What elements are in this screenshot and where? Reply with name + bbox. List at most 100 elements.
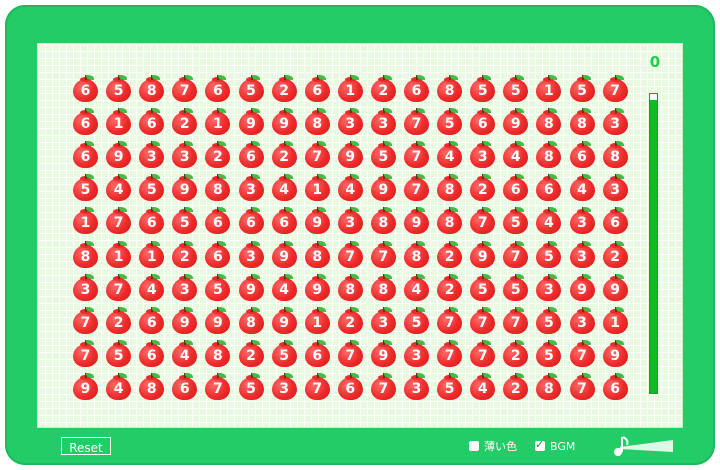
apple-tile[interactable]: 6	[271, 207, 297, 235]
apple-tile[interactable]: 6	[205, 240, 231, 269]
apple-tile[interactable]: 9	[205, 306, 231, 335]
apple-tile[interactable]: 9	[238, 273, 264, 302]
apple-tile[interactable]: 1	[73, 207, 98, 235]
apple-tile[interactable]: 6	[139, 339, 165, 368]
apple-tile[interactable]: 7	[106, 273, 132, 302]
apple-tile[interactable]: 7	[73, 306, 98, 335]
apple-tile[interactable]: 9	[271, 240, 297, 269]
apple-tile[interactable]: 1	[337, 75, 363, 103]
apple-tile[interactable]: 9	[271, 306, 297, 335]
apple-tile[interactable]: 7	[404, 108, 429, 136]
apple-tile[interactable]: 3	[470, 141, 496, 169]
apple-tile[interactable]: 8	[437, 174, 463, 202]
apple-tile[interactable]: 9	[106, 141, 132, 169]
apple-tile[interactable]: 7	[337, 339, 363, 368]
apple-tile[interactable]: 2	[437, 273, 463, 302]
apple-tile[interactable]: 6	[304, 339, 330, 368]
apple-tile[interactable]: 7	[304, 141, 330, 169]
apple-tile[interactable]: 7	[106, 207, 132, 235]
apple-tile[interactable]: 2	[503, 372, 529, 401]
apple-tile[interactable]: 4	[106, 174, 132, 202]
apple-tile[interactable]: 5	[172, 207, 198, 235]
apple-tile[interactable]: 9	[503, 108, 529, 136]
apple-tile[interactable]: 2	[238, 339, 264, 368]
apple-tile[interactable]: 2	[271, 141, 297, 169]
apple-tile[interactable]: 2	[602, 240, 628, 269]
apple-tile[interactable]: 4	[337, 174, 363, 202]
apple-tile[interactable]: 6	[73, 75, 98, 103]
apple-tile[interactable]: 3	[370, 108, 396, 136]
apple-tile[interactable]: 5	[470, 273, 496, 302]
apple-tile[interactable]: 8	[73, 240, 98, 269]
apple-tile[interactable]: 4	[271, 273, 297, 302]
apple-tile[interactable]: 8	[337, 273, 363, 302]
volume-slider[interactable]	[606, 434, 676, 458]
apple-tile[interactable]: 3	[404, 372, 429, 401]
apple-tile[interactable]: 9	[470, 240, 496, 269]
apple-tile[interactable]: 5	[437, 108, 463, 136]
apple-tile[interactable]: 7	[503, 240, 529, 269]
apple-tile[interactable]: 6	[73, 141, 98, 169]
apple-tile[interactable]: 8	[139, 75, 165, 103]
apple-tile[interactable]: 3	[536, 273, 562, 302]
apple-tile[interactable]: 7	[437, 306, 463, 335]
apple-tile[interactable]: 4	[172, 339, 198, 368]
apple-tile[interactable]: 6	[139, 306, 165, 335]
apple-tile[interactable]: 6	[503, 174, 529, 202]
apple-tile[interactable]: 2	[337, 306, 363, 335]
apple-tile[interactable]: 3	[238, 174, 264, 202]
apple-tile[interactable]: 2	[172, 108, 198, 136]
apple-tile[interactable]: 1	[139, 240, 165, 269]
apple-tile[interactable]: 9	[370, 174, 396, 202]
apple-tile[interactable]: 7	[503, 306, 529, 335]
apple-tile[interactable]: 2	[437, 240, 463, 269]
apple-tile[interactable]: 5	[370, 141, 396, 169]
apple-tile[interactable]: 2	[106, 306, 132, 335]
apple-tile[interactable]: 8	[536, 372, 562, 401]
apple-tile[interactable]: 1	[205, 108, 231, 136]
apple-tile[interactable]: 7	[470, 339, 496, 368]
apple-tile[interactable]: 3	[271, 372, 297, 401]
apple-tile[interactable]: 5	[238, 372, 264, 401]
apple-tile[interactable]: 8	[536, 141, 562, 169]
apple-tile[interactable]: 5	[139, 174, 165, 202]
apple-tile[interactable]: 5	[503, 273, 529, 302]
apple-tile[interactable]: 6	[205, 207, 231, 235]
apple-tile[interactable]: 6	[139, 207, 165, 235]
apple-tile[interactable]: 3	[404, 339, 429, 368]
apple-tile[interactable]: 5	[437, 372, 463, 401]
apple-tile[interactable]: 6	[172, 372, 198, 401]
apple-tile[interactable]: 3	[337, 207, 363, 235]
apple-tile[interactable]: 9	[238, 108, 264, 136]
apple-tile[interactable]: 3	[172, 141, 198, 169]
apple-tile[interactable]: 9	[404, 207, 429, 235]
apple-tile[interactable]: 6	[238, 141, 264, 169]
apple-tile[interactable]: 9	[271, 108, 297, 136]
apple-tile[interactable]: 6	[73, 108, 98, 136]
apple-tile[interactable]: 7	[370, 240, 396, 269]
apple-tile[interactable]: 5	[536, 240, 562, 269]
apple-tile[interactable]: 2	[370, 75, 396, 103]
apple-tile[interactable]: 9	[337, 141, 363, 169]
apple-tile[interactable]: 5	[569, 75, 595, 103]
apple-tile[interactable]: 6	[602, 372, 628, 401]
apple-tile[interactable]: 8	[205, 174, 231, 202]
apple-tile[interactable]: 4	[536, 207, 562, 235]
apple-tile[interactable]: 7	[404, 174, 429, 202]
apple-tile[interactable]: 5	[503, 75, 529, 103]
apple-tile[interactable]: 8	[569, 108, 595, 136]
apple-tile[interactable]: 1	[304, 306, 330, 335]
apple-tile[interactable]: 1	[602, 306, 628, 335]
apple-tile[interactable]: 4	[470, 372, 496, 401]
apple-tile[interactable]: 8	[139, 372, 165, 401]
apple-tile[interactable]: 6	[304, 75, 330, 103]
apple-tile[interactable]: 3	[73, 273, 98, 302]
apple-tile[interactable]: 8	[370, 207, 396, 235]
reset-button[interactable]: Reset	[61, 437, 111, 455]
apple-tile[interactable]: 6	[470, 108, 496, 136]
apple-tile[interactable]: 7	[304, 372, 330, 401]
apple-tile[interactable]: 8	[404, 240, 429, 269]
apple-tile[interactable]: 6	[238, 207, 264, 235]
apple-tile[interactable]: 7	[470, 207, 496, 235]
apple-tile[interactable]: 5	[470, 75, 496, 103]
